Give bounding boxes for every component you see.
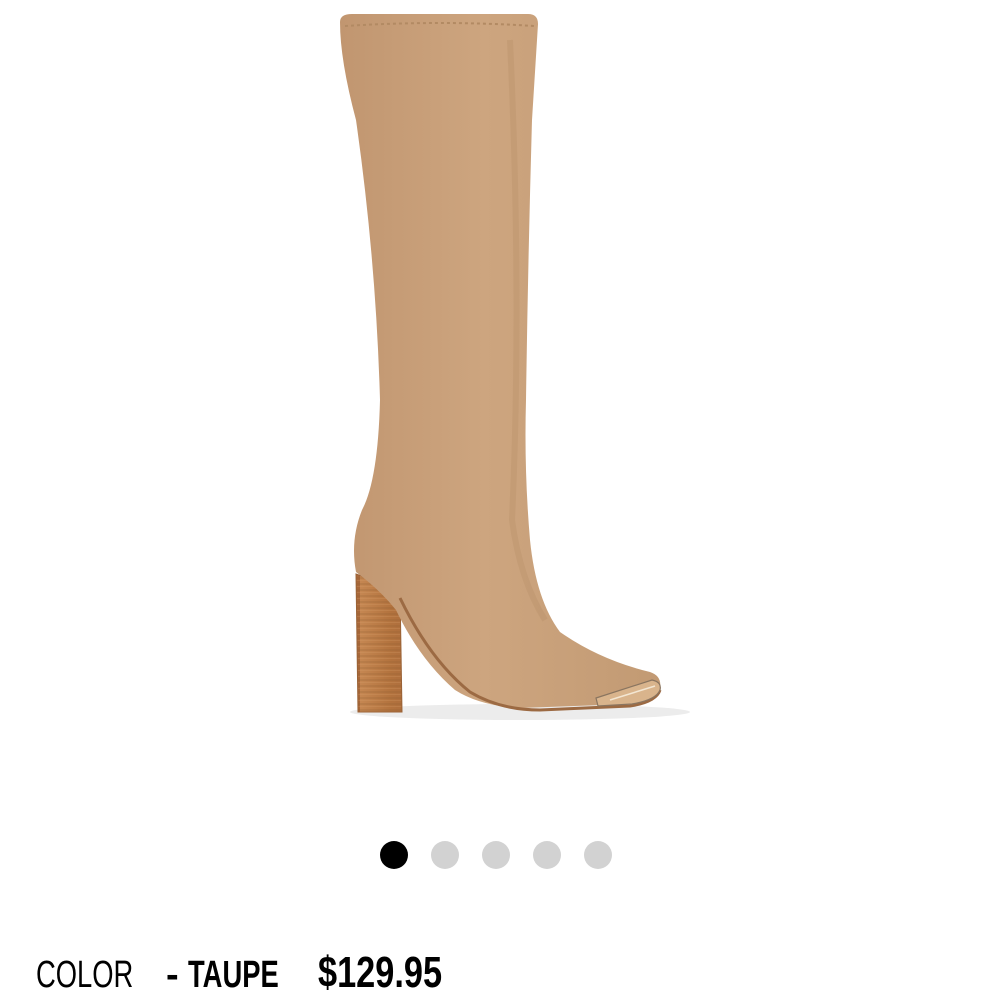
product-image[interactable] <box>0 0 1000 820</box>
carousel-dot-2[interactable] <box>431 841 459 869</box>
carousel-dot-1[interactable] <box>380 841 408 869</box>
carousel-dot-5[interactable] <box>584 841 612 869</box>
color-value: TAUPE <box>188 954 279 996</box>
product-price: $129.95 <box>318 948 443 997</box>
boot-illustration <box>340 14 690 720</box>
image-carousel-dots <box>380 840 620 870</box>
color-separator: - <box>166 954 179 996</box>
carousel-dot-3[interactable] <box>482 841 510 869</box>
carousel-dot-4[interactable] <box>533 841 561 869</box>
product-info-row: COLOR - TAUPE $129.95 <box>36 948 477 1000</box>
color-label: COLOR <box>36 954 134 996</box>
product-page: COLOR - TAUPE $129.95 <box>0 0 1000 1000</box>
